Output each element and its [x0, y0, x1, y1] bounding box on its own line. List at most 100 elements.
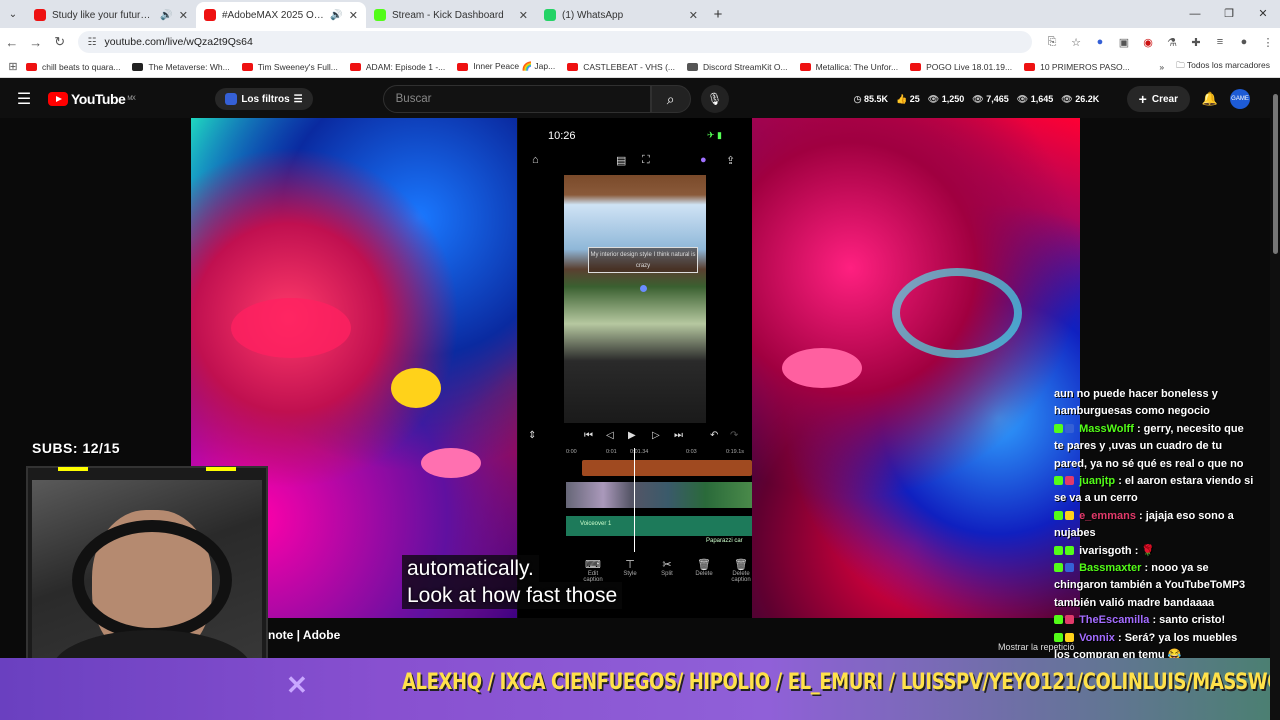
extension-icon[interactable]: ▣	[1112, 36, 1136, 49]
sliders-icon: ☰	[293, 93, 303, 105]
reload-icon[interactable]: ↻	[48, 34, 72, 50]
caption-tool: ✂ Split	[652, 558, 682, 577]
bookmark-item[interactable]: POGO Live 18.01.19...	[910, 61, 1012, 72]
back-icon[interactable]: ←	[0, 35, 24, 50]
chat-message: ivarisgoth : 🌹	[1054, 543, 1254, 560]
hamburger-menu-icon[interactable]: ☰	[0, 89, 48, 109]
bookmark-item[interactable]: Discord StreamKit O...	[687, 61, 788, 72]
browser-tab[interactable]: Stream - Kick Dashboard ✕	[366, 2, 536, 28]
browser-tab[interactable]: #AdobeMAX 2025 Opening 🔊 ✕	[196, 2, 366, 28]
bookmark-favicon-icon	[349, 62, 361, 71]
split-view-icon: ⇕	[528, 430, 537, 441]
voice-search-button[interactable]: 🎙	[700, 85, 729, 113]
address-bar-actions: ⎘ ☆ ● ▣ ◉ ⚗ ✚ ≡ ● ⋮	[1040, 36, 1280, 49]
stat-counter: 👁 1,250	[927, 93, 965, 104]
restore-icon[interactable]: ❐	[1212, 0, 1246, 28]
tab-title: Stream - Kick Dashboard	[392, 9, 504, 21]
bookmark-item[interactable]: 10 PRIMEROS PASO...	[1024, 61, 1130, 72]
browser-menu-icon[interactable]: ⋮	[1256, 36, 1280, 49]
tab-search-chevron-icon[interactable]: ⌄	[0, 0, 26, 28]
apps-grid-icon[interactable]: ⊞	[0, 60, 26, 73]
caption-track	[582, 460, 752, 476]
phone-toolbar: ⌂ ▤ ⛶ ● ⇪	[518, 154, 752, 172]
extension-icon[interactable]: ◉	[1136, 36, 1160, 49]
search-button[interactable]: ⌕	[650, 85, 691, 113]
minimize-icon[interactable]: —	[1178, 0, 1212, 28]
premium-icon: ●	[700, 154, 707, 166]
all-bookmarks-folder[interactable]: 🗀 Todos los marcadores	[1176, 60, 1270, 74]
close-tab-icon[interactable]: ✕	[519, 9, 528, 22]
scrollbar-thumb[interactable]	[1273, 94, 1278, 254]
create-button[interactable]: + Crear	[1126, 86, 1190, 112]
speaker-icon[interactable]: 🔊	[160, 10, 172, 21]
ruler-tick-label: 0:01.34	[630, 449, 649, 455]
tab-favicon-icon	[34, 9, 46, 21]
speaker-icon[interactable]: 🔊	[330, 10, 342, 21]
bookmark-star-icon[interactable]: ☆	[1064, 36, 1088, 49]
close-tab-icon[interactable]: ✕	[349, 9, 358, 22]
timeline: Voiceover 1 Paparazzi car	[566, 456, 752, 552]
tab-title: #AdobeMAX 2025 Opening	[222, 9, 325, 21]
youtube-logo[interactable]: YouTube MX	[48, 91, 136, 107]
tab-favicon-icon	[374, 9, 386, 21]
extension-icon[interactable]: ●	[1088, 36, 1112, 49]
sub-badge-icon	[1065, 615, 1074, 625]
browser-tab[interactable]: (1) WhatsApp ✕	[536, 2, 706, 28]
live-stream-player[interactable]: 10:26 ✈ ▮ ⌂ ▤ ⛶ ● ⇪ My interior design s…	[0, 118, 1280, 720]
page-scrollbar[interactable]	[1270, 80, 1280, 720]
aspect-icon: ▤	[616, 155, 627, 167]
reading-list-icon[interactable]: ≡	[1208, 36, 1232, 49]
stat-counter: 👁 1,645	[1016, 93, 1054, 104]
stream-stats: ◷ 85.5K 👍 25 👁 1,250 👁 7,465 👁 1,645 👁 26.2K	[854, 94, 1100, 105]
bookmark-item[interactable]: Inner Peace 🌈 Jap...	[457, 61, 555, 72]
skip-end-icon: ⏭	[674, 430, 683, 441]
url-field[interactable]: ☷ youtube.com/live/wQza2t9Qs64	[77, 31, 1032, 53]
battery-icon: ✈ ▮	[707, 130, 722, 140]
anchor-dot	[640, 285, 647, 292]
tab-title: Study like your future depe	[52, 9, 155, 21]
ticker-x-icon: ✕	[286, 670, 308, 700]
phone-clock: 10:26	[548, 130, 576, 142]
playback-controls: ⇕ ⏮ ◁ ▶ ▷ ⏭ ↶ ↷	[518, 430, 752, 446]
chat-message: Bassmaxter : nooo ya se chingaron tambié…	[1054, 560, 1254, 612]
youtube-header: ☰ YouTube MX Los filtros ☰ Buscar ⌕ 🎙 ◷ …	[0, 80, 1280, 118]
url-text: youtube.com/live/wQza2t9Qs64	[104, 36, 253, 48]
bookmark-item[interactable]: Metallica: The Unfor...	[799, 61, 898, 72]
site-info-icon[interactable]: ☷	[88, 37, 97, 48]
share-icon: ⇪	[726, 155, 736, 167]
channel-avatar[interactable]: GAME	[1230, 89, 1250, 109]
close-tab-icon[interactable]: ✕	[689, 9, 698, 22]
new-tab-button[interactable]: +	[706, 6, 730, 23]
forward-icon[interactable]: →	[24, 35, 48, 50]
extension-icon[interactable]: ⚗	[1160, 36, 1184, 49]
bookmark-favicon-icon	[1024, 62, 1036, 71]
bookmark-favicon-icon	[241, 62, 253, 71]
kick-badge-icon	[1054, 615, 1063, 625]
kick-badge-icon	[1054, 563, 1063, 573]
kick-badge-icon	[1054, 632, 1063, 642]
chat-message: MassWolff : gerry, necesito que te pares…	[1054, 421, 1254, 473]
bookmark-item[interactable]: Tim Sweeney's Full...	[241, 61, 338, 72]
bookmark-favicon-icon	[799, 62, 811, 71]
install-icon[interactable]: ⎘	[1040, 36, 1064, 49]
bookmark-item[interactable]: The Metaverse: Wh...	[132, 61, 230, 72]
bookmark-item[interactable]: chill beats to quara...	[26, 61, 120, 72]
stat-counter: 👁 26.2K	[1061, 93, 1100, 104]
close-tab-icon[interactable]: ✕	[179, 9, 188, 22]
fullscreen-icon: ⛶	[642, 154, 650, 166]
bookmark-item[interactable]: ADAM: Episode 1 -...	[349, 61, 445, 72]
search-input[interactable]: Buscar	[382, 85, 651, 113]
undo-icon: ↶	[710, 430, 719, 441]
notifications-bell-icon[interactable]: 🔔	[1190, 91, 1230, 107]
extensions-puzzle-icon[interactable]: ✚	[1184, 36, 1208, 49]
tab-strip: Study like your future depe🔊✕#AdobeMAX 2…	[26, 0, 706, 28]
filters-button[interactable]: Los filtros ☰	[215, 88, 313, 110]
browser-tab[interactable]: Study like your future depe 🔊 ✕	[26, 2, 196, 28]
chat-text: aun no puede hacer boneless y hamburgues…	[1054, 388, 1218, 418]
chat-overlay: aun no puede hacer boneless y hamburgues…	[1054, 386, 1254, 665]
chat-text: : 🌹	[1134, 544, 1156, 557]
bookmarks-overflow[interactable]: »	[1159, 62, 1164, 72]
close-window-icon[interactable]: ✕	[1246, 0, 1280, 28]
profile-avatar[interactable]: ●	[1232, 36, 1256, 49]
bookmark-item[interactable]: CASTLEBEAT - VHS (...	[567, 61, 675, 72]
